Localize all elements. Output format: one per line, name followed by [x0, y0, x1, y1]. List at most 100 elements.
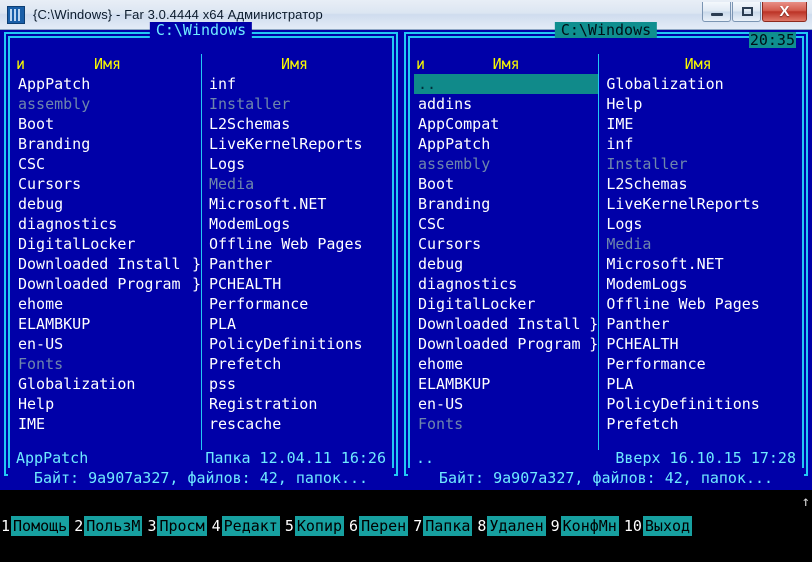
command-line[interactable]: C:\Windows>1: [0, 490, 812, 535]
scroll-up-arrow-icon[interactable]: ↑: [802, 492, 810, 512]
file-entry[interactable]: Help: [18, 394, 201, 414]
file-entry[interactable]: Help: [606, 94, 798, 114]
file-entry-name: Installer: [606, 155, 688, 173]
file-entry[interactable]: Media: [606, 234, 798, 254]
file-entry[interactable]: Branding: [418, 194, 598, 214]
right-panel-path-title[interactable]: C:\Windows: [554, 22, 658, 38]
function-key-f2[interactable]: 2 ПользМ: [73, 516, 143, 536]
file-entry[interactable]: debug: [18, 194, 201, 214]
function-key-f10[interactable]: 10 Выход: [622, 516, 693, 536]
file-entry[interactable]: Downloaded Program}: [18, 274, 201, 294]
file-entry-name: Downloaded Program: [418, 335, 581, 353]
file-entry[interactable]: DigitalLocker: [418, 294, 598, 314]
file-entry[interactable]: ModemLogs: [209, 214, 388, 234]
file-entry[interactable]: en-US: [418, 394, 598, 414]
file-entry[interactable]: PLA: [606, 374, 798, 394]
file-entry[interactable]: Logs: [209, 154, 388, 174]
file-entry[interactable]: Media: [209, 174, 388, 194]
file-entry[interactable]: Offline Web Pages: [606, 294, 798, 314]
file-entry[interactable]: Installer: [209, 94, 388, 114]
function-key-f1[interactable]: 1 Помощь: [0, 516, 70, 536]
file-entry[interactable]: Fonts: [18, 354, 201, 374]
file-entry[interactable]: Downloaded Program}: [418, 334, 598, 354]
function-key-f4[interactable]: 4 Редакт: [210, 516, 280, 536]
file-entry[interactable]: ELAMBKUP: [418, 374, 598, 394]
file-entry[interactable]: IME: [18, 414, 201, 434]
function-key-f8[interactable]: 8 Удален: [476, 516, 546, 536]
file-entry[interactable]: Cursors: [18, 174, 201, 194]
file-entry[interactable]: rescache: [209, 414, 388, 434]
file-entry[interactable]: Branding: [18, 134, 201, 154]
file-entry[interactable]: Registration: [209, 394, 388, 414]
file-entry[interactable]: Downloaded Install}: [418, 314, 598, 334]
file-entry[interactable]: diagnostics: [18, 214, 201, 234]
file-entry[interactable]: Globalization: [18, 374, 201, 394]
file-entry[interactable]: CSC: [18, 154, 201, 174]
file-entry[interactable]: inf: [209, 74, 388, 94]
file-entry[interactable]: diagnostics: [418, 274, 598, 294]
function-key-f5[interactable]: 5 Копир: [283, 516, 345, 536]
right-panel-column-1[interactable]: .. addins AppCompat AppPatch assembly Boot Bra…: [414, 74, 599, 450]
function-key-f9[interactable]: 9 КонфМн: [549, 516, 619, 536]
file-entry[interactable]: ehome: [18, 294, 201, 314]
file-entry[interactable]: Offline Web Pages: [209, 234, 388, 254]
file-entry[interactable]: LiveKernelReports: [606, 194, 798, 214]
file-entry-name: assembly: [418, 155, 491, 173]
file-entry[interactable]: Installer: [606, 154, 798, 174]
file-entry[interactable]: PolicyDefinitions: [209, 334, 388, 354]
file-entry[interactable]: assembly: [418, 154, 598, 174]
function-key-f7[interactable]: 7 Папка: [412, 516, 473, 536]
minimize-button[interactable]: [702, 2, 731, 22]
file-entry[interactable]: PCHEALTH: [209, 274, 388, 294]
file-entry[interactable]: inf: [606, 134, 798, 154]
file-entry[interactable]: Microsoft.NET: [606, 254, 798, 274]
left-file-panel[interactable]: C:\Windows и Имя Имя AppPatch assembly Boo…: [4, 22, 398, 490]
file-entry[interactable]: Performance: [209, 294, 388, 314]
left-panel-column-2[interactable]: inf Installer L2Schemas LiveKernelReports Lo…: [201, 74, 388, 450]
right-file-panel[interactable]: C:\Windows 20:35 и Имя Имя .. addins AppCo…: [404, 22, 808, 490]
file-entry[interactable]: L2Schemas: [606, 174, 798, 194]
file-entry[interactable]: ..: [414, 74, 599, 94]
file-entry[interactable]: PolicyDefinitions: [606, 394, 798, 414]
file-entry[interactable]: IME: [606, 114, 798, 134]
restore-button[interactable]: [732, 2, 761, 22]
file-entry-name: ehome: [418, 355, 464, 373]
file-entry[interactable]: ModemLogs: [606, 274, 798, 294]
right-panel-column-2[interactable]: Globalization Help IME inf Installer L2Schema…: [598, 74, 798, 450]
left-panel-column-1[interactable]: AppPatch assembly Boot Branding CSC Cursors de…: [14, 74, 201, 450]
file-entry[interactable]: Boot: [18, 114, 201, 134]
file-entry[interactable]: Boot: [418, 174, 598, 194]
window-title-bar[interactable]: {C:\Windows} - Far 3.0.4444 x64 Админист…: [0, 0, 812, 30]
file-entry[interactable]: LiveKernelReports: [209, 134, 388, 154]
left-panel-path-title[interactable]: C:\Windows: [149, 22, 253, 38]
file-entry[interactable]: ehome: [418, 354, 598, 374]
file-entry[interactable]: addins: [418, 94, 598, 114]
file-entry[interactable]: AppCompat: [418, 114, 598, 134]
file-entry[interactable]: Fonts: [418, 414, 598, 434]
function-key-f6[interactable]: 6 Перен: [348, 516, 409, 536]
file-entry[interactable]: Cursors: [418, 234, 598, 254]
file-entry[interactable]: L2Schemas: [209, 114, 388, 134]
file-entry[interactable]: debug: [418, 254, 598, 274]
file-entry[interactable]: CSC: [418, 214, 598, 234]
file-entry[interactable]: pss: [209, 374, 388, 394]
file-entry[interactable]: Prefetch: [606, 414, 798, 434]
file-entry[interactable]: Logs: [606, 214, 798, 234]
file-entry[interactable]: assembly: [18, 94, 201, 114]
file-entry[interactable]: AppPatch: [418, 134, 598, 154]
function-key-f3[interactable]: 3 Просм: [146, 516, 207, 536]
file-entry[interactable]: ELAMBKUP: [18, 314, 201, 334]
file-entry[interactable]: Performance: [606, 354, 798, 374]
file-entry[interactable]: Panther: [606, 314, 798, 334]
file-entry[interactable]: PCHEALTH: [606, 334, 798, 354]
file-entry[interactable]: Globalization: [606, 74, 798, 94]
file-entry[interactable]: Downloaded Install}: [18, 254, 201, 274]
file-entry[interactable]: PLA: [209, 314, 388, 334]
file-entry[interactable]: Panther: [209, 254, 388, 274]
file-entry[interactable]: DigitalLocker: [18, 234, 201, 254]
file-entry[interactable]: Prefetch: [209, 354, 388, 374]
close-button[interactable]: X: [762, 2, 807, 22]
file-entry[interactable]: Microsoft.NET: [209, 194, 388, 214]
file-entry[interactable]: AppPatch: [18, 74, 201, 94]
file-entry[interactable]: en-US: [18, 334, 201, 354]
